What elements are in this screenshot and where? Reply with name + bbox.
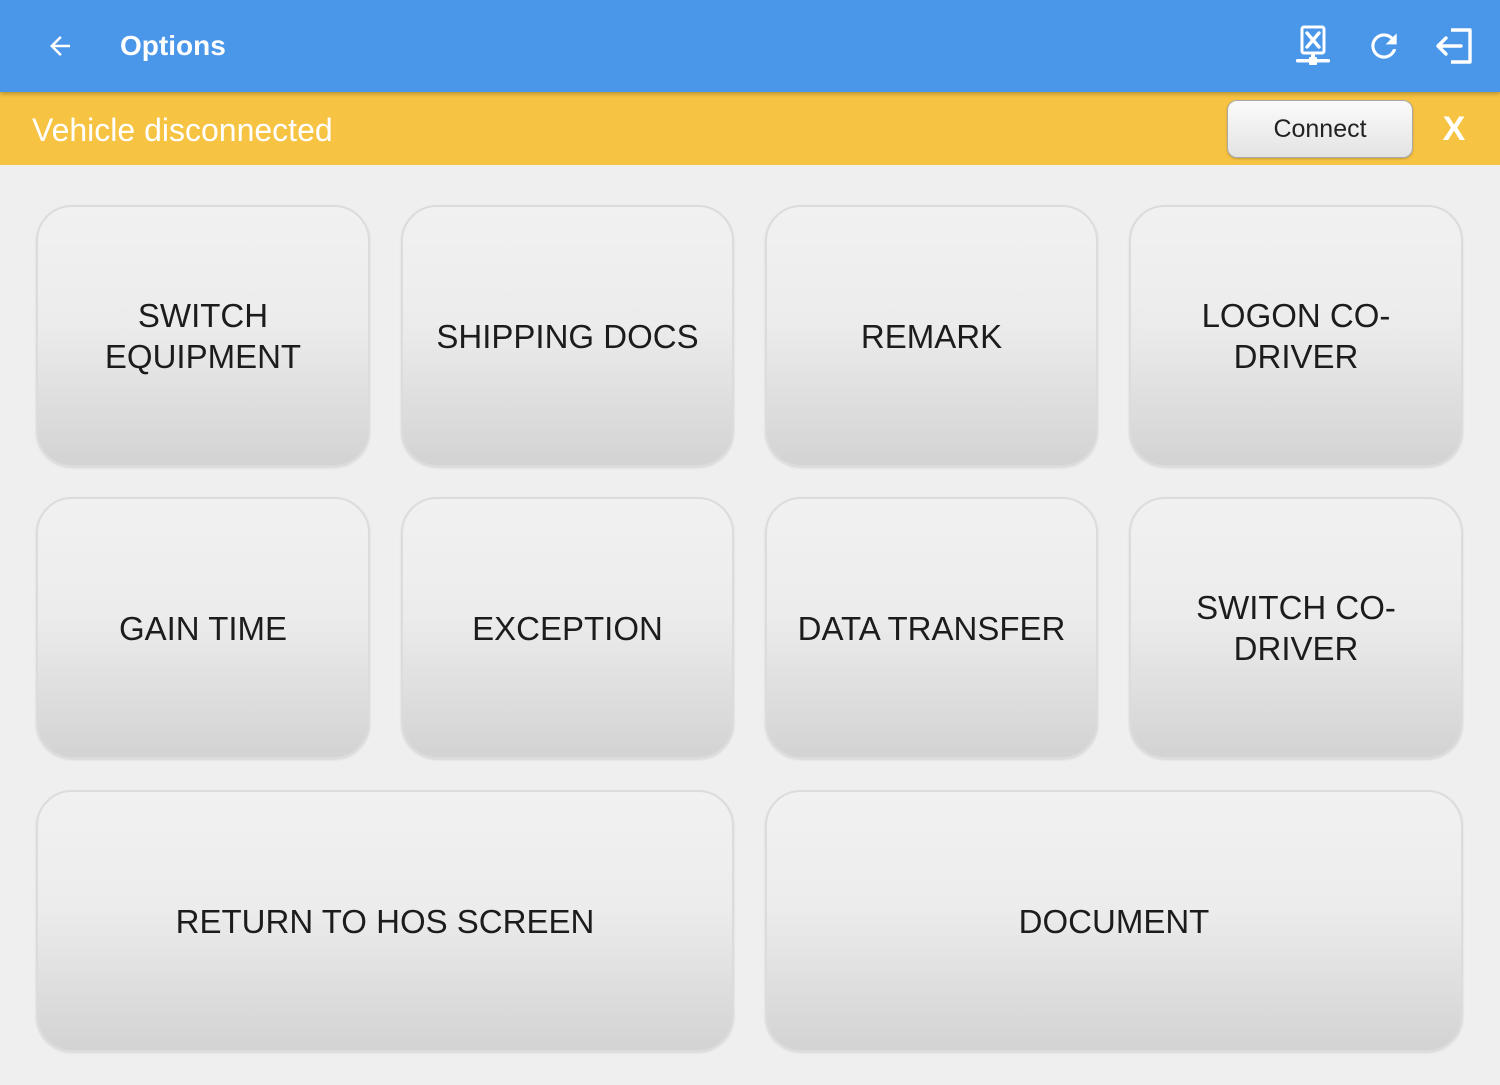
data-transfer-button[interactable]: DATA TRANSFER [765,497,1098,759]
tile-label: LOGON CO-DRIVER [1201,297,1391,375]
remark-button[interactable]: REMARK [765,205,1098,467]
connect-button[interactable]: Connect [1227,100,1413,158]
tile-label: SWITCH CO- DRIVER [1196,589,1396,667]
logout-icon [1436,28,1472,64]
tile-label: DATA TRANSFER [797,609,1066,647]
tile-label: SHIPPING DOCS [436,317,699,355]
logon-co-driver-button[interactable]: LOGON CO-DRIVER [1129,205,1463,467]
exception-button[interactable]: EXCEPTION [401,497,734,759]
gain-time-button[interactable]: GAIN TIME [36,497,370,759]
tile-label: SWITCH EQUIPMENT [104,297,302,375]
app-window: Options Vehicle disconnected Connect X S… [0,0,1500,1085]
page-title: Options [120,30,226,61]
refresh-icon [1371,33,1397,59]
tile-label: REMARK [860,317,1003,355]
switch-co-driver-button[interactable]: SWITCH CO- DRIVER [1129,497,1463,759]
refresh-button[interactable] [1356,18,1412,74]
close-banner-button[interactable]: X [1432,100,1476,158]
app-bar: Options [0,0,1500,92]
network-disconnected-button[interactable] [1285,18,1341,74]
back-button[interactable] [30,18,90,74]
arrow-left-icon [50,36,70,56]
return-to-hos-screen-button[interactable]: RETURN TO HOS SCREEN [36,790,734,1052]
shipping-docs-button[interactable]: SHIPPING DOCS [401,205,734,467]
document-button[interactable]: DOCUMENT [765,790,1463,1052]
tile-label: DOCUMENT [1018,902,1210,940]
logout-button[interactable] [1426,18,1482,74]
tile-label: RETURN TO HOS SCREEN [175,902,595,940]
switch-equipment-button[interactable]: SWITCH EQUIPMENT [36,205,370,467]
network-disconnected-icon [1296,25,1330,65]
tile-label: EXCEPTION [472,609,663,647]
banner-message: Vehicle disconnected [32,112,333,148]
tile-label: GAIN TIME [118,609,288,647]
